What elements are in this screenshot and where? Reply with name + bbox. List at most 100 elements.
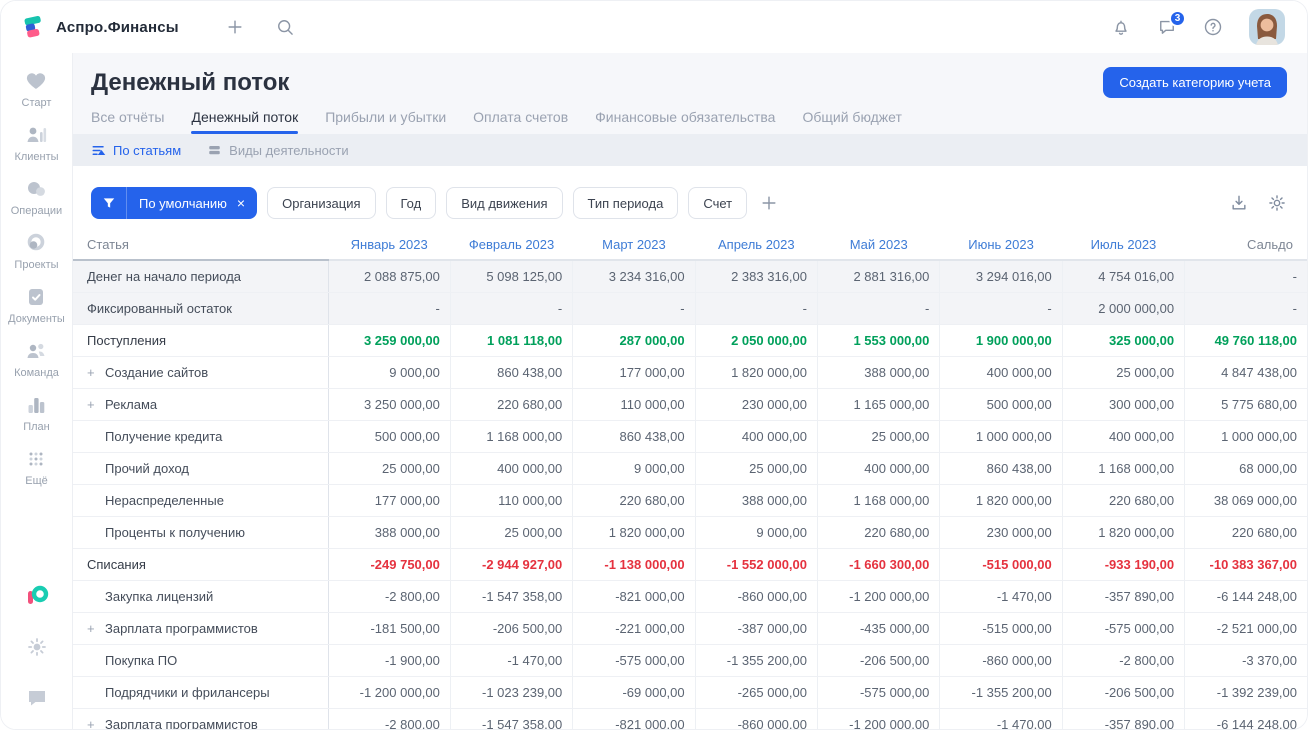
export-button[interactable]	[1229, 193, 1249, 213]
filter-chip[interactable]: Организация	[267, 187, 376, 219]
cell-value: -860 000,00	[939, 644, 1063, 677]
cell-value: 4 847 438,00	[1184, 356, 1307, 389]
row-label[interactable]: Списания	[73, 548, 329, 581]
sidebar-item-projects[interactable]: Проекты	[8, 231, 65, 271]
subtab-activity-types[interactable]: Виды деятельности	[207, 143, 349, 158]
row-label[interactable]: Покупка ПО	[73, 644, 329, 677]
table-row: Закупка лицензий -2 800,00 -1 547 358,00 -8…	[73, 580, 1307, 613]
page-head: Денежный поток Создать категорию учета В…	[73, 53, 1307, 134]
support-chat-icon[interactable]	[25, 686, 49, 715]
messages-button[interactable]: 3	[1157, 10, 1186, 37]
cell-value: 3 294 016,00	[939, 260, 1063, 293]
row-label[interactable]: Проценты к получению	[73, 516, 329, 549]
filter-chip[interactable]: Вид движения	[446, 187, 563, 219]
tab-active[interactable]: Денежный поток	[191, 109, 298, 134]
table-settings-button[interactable]	[1267, 193, 1287, 213]
sidebar-item-documents[interactable]: Документы	[8, 285, 65, 325]
column-header-month[interactable]: Январь 2023	[328, 229, 451, 261]
row-label[interactable]: + Создание сайтов	[73, 356, 329, 389]
column-header-month[interactable]: Апрель 2023	[695, 229, 818, 261]
sidebar-item-team[interactable]: Команда	[8, 339, 65, 379]
active-filter-chip[interactable]: По умолчанию ×	[91, 187, 258, 219]
filter-chip[interactable]: Год	[385, 187, 437, 219]
sidebar-item-operations[interactable]: Операции	[8, 177, 65, 217]
table-row: Фиксированный остаток - - - - - -2 000 000,00-	[73, 292, 1307, 325]
row-label[interactable]: + Зарплата программистов	[73, 612, 329, 645]
create-new-button[interactable]	[225, 17, 245, 37]
cell-value: 400 000,00	[1061, 420, 1185, 453]
row-label[interactable]: Денег на начало периода	[73, 260, 329, 293]
cell-value: 5 098 125,00	[449, 260, 573, 293]
create-category-button[interactable]: Создать категорию учета	[1103, 67, 1287, 98]
cell-value: -1 355 200,00	[694, 644, 818, 677]
notifications-button[interactable]	[1111, 17, 1131, 37]
table-row: Прочий доход 25 000,00 400 000,00 9 000,00 2…	[73, 452, 1307, 485]
cell-value: -435 000,00	[816, 612, 940, 645]
cell-value: -1 023 239,00	[449, 676, 573, 709]
search-button[interactable]	[275, 17, 295, 37]
expand-row-icon[interactable]: +	[87, 621, 105, 636]
cell-value: 860 438,00	[939, 452, 1063, 485]
subtab-by-articles[interactable]: По статьям	[91, 143, 181, 158]
column-header-month[interactable]: Май 2023	[817, 229, 940, 261]
row-label[interactable]: Фиксированный остаток	[73, 292, 329, 325]
cell-value: -6 144 248,00	[1184, 580, 1307, 613]
row-label[interactable]: Закупка лицензий	[73, 580, 329, 613]
row-label[interactable]: Прочий доход	[73, 452, 329, 485]
more-icon	[29, 452, 43, 466]
tab-report[interactable]: Оплата счетов	[473, 109, 568, 134]
cell-value: -206 500,00	[449, 612, 573, 645]
tab-report[interactable]: Финансовые обязательства	[595, 109, 775, 134]
row-label[interactable]: Получение кредита	[73, 420, 329, 453]
cell-value: -1 552 000,00	[694, 548, 818, 581]
column-header-month[interactable]: Июнь 2023	[939, 229, 1063, 261]
filter-chip[interactable]: Тип периода	[572, 187, 679, 219]
table-row: Покупка ПО -1 900,00 -1 470,00 -575 000,00-…	[73, 644, 1307, 677]
column-header-month[interactable]: Июль 2023	[1062, 229, 1185, 261]
cell-value: 1 000 000,00	[939, 420, 1063, 453]
page-title: Денежный поток	[91, 68, 290, 96]
clear-filter-icon[interactable]: ×	[235, 195, 257, 211]
add-filter-button[interactable]	[759, 193, 779, 213]
settings-icon[interactable]	[25, 635, 49, 664]
expand-row-icon[interactable]: +	[87, 397, 105, 412]
cell-value: 177 000,00	[572, 356, 696, 389]
tab-report[interactable]: Общий бюджет	[802, 109, 901, 134]
cell-value: 2 000 000,00	[1061, 292, 1185, 325]
team-icon	[27, 343, 45, 358]
expand-row-icon[interactable]: +	[87, 717, 105, 730]
report-tabs: Все отчёты Денежный поток Прибыли и убытки…	[91, 109, 1287, 134]
sidebar-item-start[interactable]: Старт	[8, 69, 65, 109]
sidebar-item-plan[interactable]: План	[8, 393, 65, 433]
help-button[interactable]	[1203, 17, 1223, 37]
download-icon	[1232, 195, 1246, 210]
row-label[interactable]: Подрядчики и фрилансеры	[73, 676, 329, 709]
cell-value: -387 000,00	[694, 612, 818, 645]
table-row: Подрядчики и фрилансеры -1 200 000,00 -1 0…	[73, 676, 1307, 709]
tab-report[interactable]: Все отчёты	[91, 109, 164, 134]
row-label[interactable]: + Зарплата программистов	[73, 708, 329, 730]
plus-icon	[228, 20, 242, 34]
cell-value: 2 088 875,00	[327, 260, 451, 293]
cell-value: -821 000,00	[572, 580, 696, 613]
column-header-month[interactable]: Февраль 2023	[450, 229, 573, 261]
filter-chip[interactable]: Счет	[688, 187, 748, 219]
aspro-color-logo-icon[interactable]	[25, 584, 49, 613]
cell-value: -	[816, 292, 940, 325]
row-label[interactable]: Поступления	[73, 324, 329, 357]
column-header-month[interactable]: Март 2023	[572, 229, 696, 261]
row-label[interactable]: Нераспределенные	[73, 484, 329, 517]
table-row: + Создание сайтов 9 000,00 860 438,00 177 00…	[73, 356, 1307, 389]
user-avatar[interactable]	[1249, 9, 1285, 45]
operations-icon	[28, 182, 46, 196]
sidebar-item-more[interactable]: Ещё	[8, 447, 65, 487]
expand-row-icon[interactable]: +	[87, 365, 105, 380]
row-label[interactable]: + Реклама	[73, 388, 329, 421]
column-header-saldo: Сальдо	[1184, 229, 1307, 261]
sidebar-item-clients[interactable]: Клиенты	[8, 123, 65, 163]
cell-value: -69 000,00	[572, 676, 696, 709]
cell-value: -2 521 000,00	[1184, 612, 1307, 645]
tab-report[interactable]: Прибыли и убытки	[325, 109, 446, 134]
cell-value: -249 750,00	[327, 548, 451, 581]
cell-value: -	[1184, 292, 1307, 325]
